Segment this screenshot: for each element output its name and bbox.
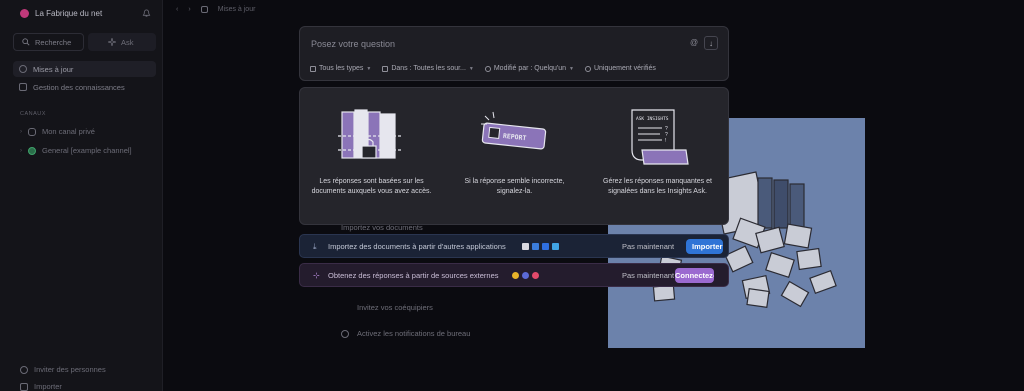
import-icon xyxy=(20,382,28,391)
workspace-name: La Fabrique du net xyxy=(35,9,103,18)
insights-tag: ASK INSIGHTS xyxy=(636,116,669,122)
filter-label: Modifié par : Quelqu'un xyxy=(493,65,567,72)
onboarding-step-notifications[interactable]: Activez les notifications de bureau xyxy=(341,329,470,338)
globe-icon xyxy=(28,146,36,155)
filter-bar: Tous les types ▼ Dans : Toutes les sour.… xyxy=(310,65,656,72)
docs-icon xyxy=(532,242,539,250)
drive-icon xyxy=(512,271,519,279)
bell-icon[interactable] xyxy=(142,9,151,18)
source-icons xyxy=(512,271,539,279)
ask-search-box: @ ↓ Tous les types ▼ Dans : Toutes les s… xyxy=(299,26,729,81)
ask-button[interactable]: Ask xyxy=(88,33,156,51)
filter-modified-by[interactable]: Modifié par : Quelqu'un ▼ xyxy=(484,65,574,72)
tip-card-insights: ASK INSIGHTS ? ? ! Gérez les réponses ma… xyxy=(586,88,729,226)
invite-people-button[interactable]: Inviter des personnes xyxy=(20,365,106,374)
import-button[interactable]: Importer xyxy=(686,239,723,254)
forward-icon[interactable]: › xyxy=(188,6,190,13)
sidebar-item-label: Gestion des connaissances xyxy=(33,82,125,92)
onboarding-step-label: Activez les notifications de bureau xyxy=(357,329,471,338)
breadcrumb: ‹ › Mises à jour xyxy=(176,6,255,13)
external-sources-banner: ⊹ Obtenez des réponses à partir de sourc… xyxy=(299,263,729,287)
bell-icon xyxy=(341,329,349,338)
channel-private[interactable]: › Mon canal privé xyxy=(20,127,95,136)
filter-label: Dans : Toutes les sour... xyxy=(391,65,466,72)
search-button-label: Recherche xyxy=(35,37,72,47)
locked-binders-icon xyxy=(338,109,402,159)
sidebar: La Fabrique du net Recherche Ask Mises à… xyxy=(0,0,163,391)
word-icon xyxy=(552,242,559,250)
back-icon[interactable]: ‹ xyxy=(176,6,178,13)
import-label: Importer xyxy=(34,382,62,391)
filter-label: Uniquement vérifiés xyxy=(593,65,656,72)
banner-text: Obtenez des réponses à partir de sources… xyxy=(328,270,499,280)
caret-down-icon: ▼ xyxy=(366,65,372,72)
chevron-right-icon: › xyxy=(20,128,22,135)
channels-section-title: CANAUX xyxy=(20,111,46,117)
sidebar-item-updates[interactable]: Mises à jour xyxy=(13,61,156,77)
insights-document-icon: ASK INSIGHTS ? ? ! xyxy=(631,109,689,165)
user-plus-icon xyxy=(20,365,28,374)
page-icon xyxy=(200,6,208,13)
breadcrumb-current: Mises à jour xyxy=(217,6,256,13)
submit-arrow-button[interactable]: ↓ xyxy=(704,36,718,50)
channel-general[interactable]: › General [example channel] xyxy=(20,146,132,155)
at-mention-icon[interactable]: @ xyxy=(690,38,698,47)
check-circle-icon xyxy=(584,65,591,72)
import-button[interactable]: Importer xyxy=(20,382,62,391)
filter-types-icon xyxy=(310,65,316,72)
filter-label: Tous les types xyxy=(319,65,364,72)
workspace-logo-icon xyxy=(20,9,29,18)
connect-button[interactable]: Connectez-vous xyxy=(675,268,714,283)
knowledge-icon xyxy=(19,83,27,91)
filter-sources-icon xyxy=(382,65,389,72)
svg-text:!: ! xyxy=(665,138,666,144)
arrow-down-icon: ↓ xyxy=(709,38,713,48)
tip-card-text: Les réponses sont basées sur les documen… xyxy=(311,178,432,195)
workspace-switcher[interactable]: La Fabrique du net xyxy=(20,9,102,18)
filter-verified-only[interactable]: Uniquement vérifiés xyxy=(584,65,656,72)
connection-icon: ⊹ xyxy=(313,270,320,280)
notion-icon xyxy=(522,242,529,250)
not-now-button[interactable]: Pas maintenant xyxy=(622,242,674,251)
invite-people-label: Inviter des personnes xyxy=(34,365,106,374)
report-button-icon: REPORT xyxy=(481,111,547,150)
onboarding-step-invite[interactable]: Invitez vos coéquipiers xyxy=(341,303,433,312)
sparkle-icon xyxy=(108,38,116,46)
app-window: La Fabrique du net Recherche Ask Mises à… xyxy=(0,0,1024,391)
filter-sources[interactable]: Dans : Toutes les sour... ▼ xyxy=(382,65,474,72)
caret-down-icon: ▼ xyxy=(569,65,574,72)
updates-icon xyxy=(19,65,27,73)
search-icon xyxy=(22,38,30,46)
onboarding-step-label: Invitez vos coéquipiers xyxy=(357,303,433,312)
tip-card-text: Gérez les réponses manquantes et signalé… xyxy=(603,178,712,195)
import-apps-banner: ⤓ Importez des documents à partir d'autr… xyxy=(299,234,729,258)
caret-down-icon: ▼ xyxy=(468,65,474,72)
lock-icon xyxy=(28,127,36,136)
channel-label: Mon canal privé xyxy=(42,127,95,136)
not-now-button[interactable]: Pas maintenant xyxy=(622,271,674,280)
slack-icon xyxy=(532,271,539,279)
sidebar-item-knowledge[interactable]: Gestion des connaissances xyxy=(13,79,156,95)
tip-card-access: Les réponses sont basées sur les documen… xyxy=(300,88,443,226)
question-input[interactable] xyxy=(311,37,671,51)
chevron-right-icon: › xyxy=(20,147,22,154)
banner-text: Importez des documents à partir d'autres… xyxy=(328,241,506,251)
ask-tips-panel: Les réponses sont basées sur les documen… xyxy=(299,87,729,225)
sharepoint-icon xyxy=(522,271,529,279)
tip-card-report: REPORT Si la réponse semble incorrecte, … xyxy=(443,88,586,226)
confluence-icon xyxy=(542,242,549,250)
search-button[interactable]: Recherche xyxy=(13,33,84,51)
tip-card-text: Si la réponse semble incorrecte, signale… xyxy=(464,178,565,195)
sidebar-item-label: Mises à jour xyxy=(33,64,74,74)
filter-types[interactable]: Tous les types ▼ xyxy=(310,65,371,72)
channel-label: General [example channel] xyxy=(42,146,132,155)
download-icon: ⤓ xyxy=(313,241,317,251)
app-icons xyxy=(522,242,559,250)
user-icon xyxy=(484,65,491,72)
ask-button-label: Ask xyxy=(121,37,134,47)
